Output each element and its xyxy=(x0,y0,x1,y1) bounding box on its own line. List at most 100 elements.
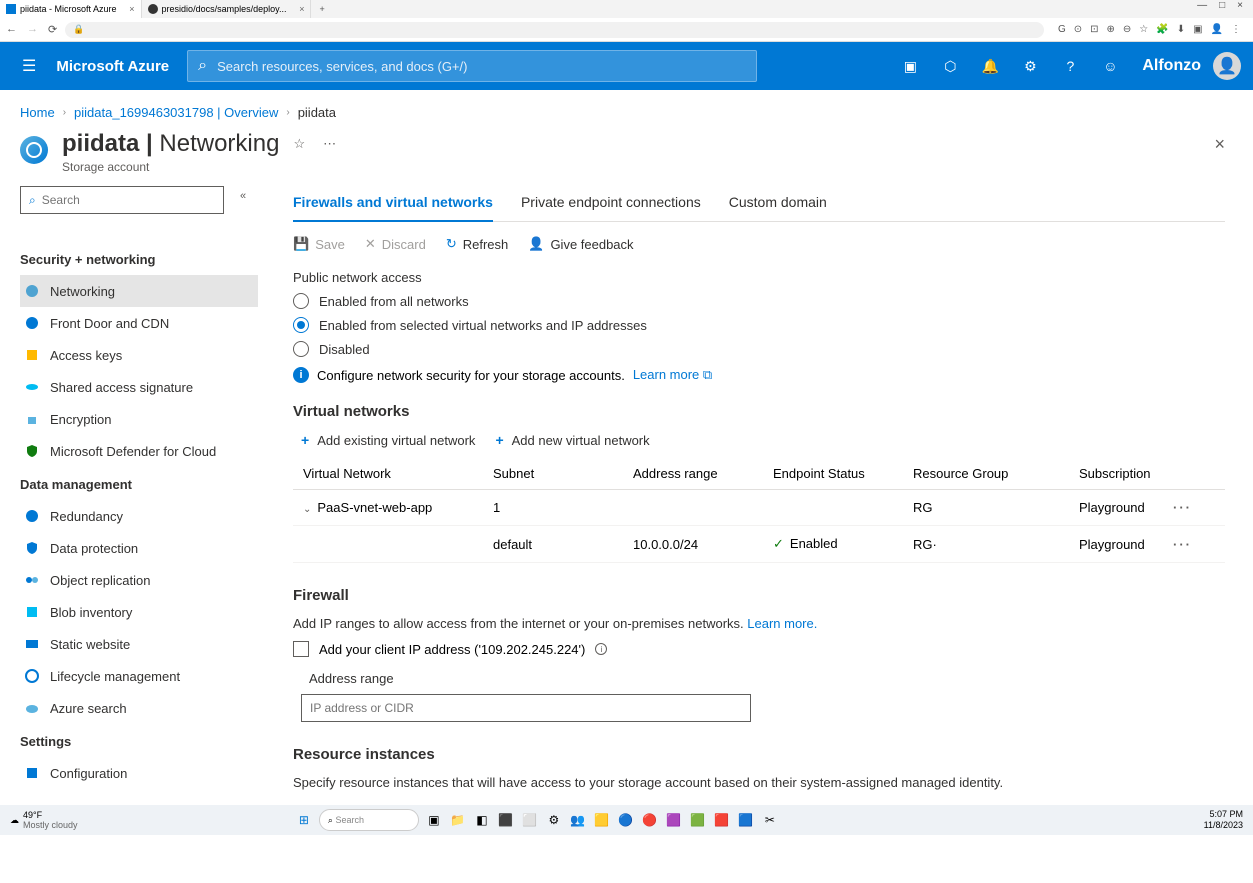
tab-firewalls[interactable]: Firewalls and virtual networks xyxy=(293,186,493,222)
minimize-icon[interactable]: — xyxy=(1197,0,1207,11)
close-icon[interactable]: × xyxy=(129,4,134,14)
excel-icon[interactable]: 🟩 xyxy=(689,811,707,829)
word-icon[interactable]: 🟦 xyxy=(737,811,755,829)
feedback-button[interactable]: 👤Give feedback xyxy=(528,236,633,252)
menu-icon[interactable]: ⋮ xyxy=(1231,24,1241,35)
save-button[interactable]: 💾Save xyxy=(293,236,345,252)
ext-icon[interactable]: ⊡ xyxy=(1090,24,1098,35)
sidebar-item-dataprotection[interactable]: Data protection xyxy=(20,532,254,564)
sidebar-item-azsearch[interactable]: Azure search xyxy=(20,692,254,724)
ext-icon[interactable]: ⊕ xyxy=(1107,24,1115,35)
sidebar-item-encryption[interactable]: Encryption xyxy=(20,403,254,435)
back-icon[interactable]: ← xyxy=(6,23,17,36)
refresh-button[interactable]: ↻Refresh xyxy=(446,236,508,252)
app-icon[interactable]: 🟥 xyxy=(713,811,731,829)
radio-disabled[interactable]: Disabled xyxy=(293,341,1225,357)
tab-private-endpoint[interactable]: Private endpoint connections xyxy=(521,186,701,221)
app-icon[interactable]: ◧ xyxy=(473,811,491,829)
learn-more-link[interactable]: Learn more ⧉ xyxy=(633,367,712,383)
forward-icon[interactable]: → xyxy=(27,23,38,36)
system-clock[interactable]: 5:07 PM11/8/2023 xyxy=(1194,809,1253,831)
table-row[interactable]: default 10.0.0.0/24 ✓Enabled RG· Playgro… xyxy=(293,526,1225,563)
add-new-vnet-button[interactable]: +Add new virtual network xyxy=(495,432,649,448)
brand-text[interactable]: Microsoft Azure xyxy=(50,58,187,75)
ext-icon[interactable]: ▣ xyxy=(1193,24,1202,35)
app-icon[interactable]: ⬜ xyxy=(521,811,539,829)
discard-button[interactable]: ✕Discard xyxy=(365,236,426,252)
explorer-icon[interactable]: 📁 xyxy=(449,811,467,829)
browser-tab-github[interactable]: presidio/docs/samples/deploy... × xyxy=(142,0,312,18)
close-icon[interactable]: × xyxy=(299,4,304,14)
sidebar-item-redundancy[interactable]: Redundancy xyxy=(20,500,254,532)
sidebar-search[interactable]: ⌕ xyxy=(20,186,224,214)
info-icon[interactable]: i xyxy=(595,643,607,655)
new-tab-button[interactable]: + xyxy=(311,4,332,14)
weather-widget[interactable]: ☁ 49°FMostly cloudy xyxy=(0,810,88,830)
sidebar-item-accesskeys[interactable]: Access keys xyxy=(20,339,254,371)
taskview-icon[interactable]: ▣ xyxy=(425,811,443,829)
start-icon[interactable]: ⊞ xyxy=(295,811,313,829)
sidebar-item-objrep[interactable]: Object replication xyxy=(20,564,254,596)
global-search[interactable]: ⌕ xyxy=(187,50,757,82)
extensions-icon[interactable]: 🧩 xyxy=(1156,24,1168,35)
feedback-icon[interactable]: ☺ xyxy=(1090,42,1130,90)
sidebar-item-config[interactable]: Configuration xyxy=(20,757,254,789)
pin-icon[interactable]: ☆ xyxy=(293,136,305,152)
notifications-icon[interactable]: 🔔 xyxy=(970,42,1010,90)
sidebar-item-frontdoor[interactable]: Front Door and CDN xyxy=(20,307,254,339)
hamburger-icon[interactable]: ☰ xyxy=(8,56,50,76)
close-blade-icon[interactable]: × xyxy=(1214,130,1225,155)
ip-address-input[interactable] xyxy=(301,694,751,722)
cloud-shell-icon[interactable]: ▣ xyxy=(890,42,930,90)
radio-all-networks[interactable]: Enabled from all networks xyxy=(293,293,1225,309)
profile-icon[interactable]: 👤 xyxy=(1211,24,1223,35)
sidebar-item-defender[interactable]: Microsoft Defender for Cloud xyxy=(20,435,254,467)
help-icon[interactable]: ? xyxy=(1050,42,1090,90)
col-rg: Resource Group xyxy=(913,466,1053,481)
ext-icon[interactable]: ⊖ xyxy=(1123,24,1131,35)
sidebar-item-lifecycle[interactable]: Lifecycle management xyxy=(20,660,254,692)
app-icon[interactable]: ⬛ xyxy=(497,811,515,829)
tab-custom-domain[interactable]: Custom domain xyxy=(729,186,827,221)
add-client-ip-checkbox[interactable]: Add your client IP address ('109.202.245… xyxy=(293,641,1225,657)
sidebar-item-networking[interactable]: Networking xyxy=(20,275,258,307)
more-icon[interactable]: ⋯ xyxy=(323,136,336,152)
radio-selected-networks[interactable]: Enabled from selected virtual networks a… xyxy=(293,317,1225,333)
more-icon[interactable]: ··· xyxy=(1173,537,1203,552)
avatar[interactable]: 👤 xyxy=(1213,52,1241,80)
user-name[interactable]: Alfonzo xyxy=(1130,57,1213,75)
teams-icon[interactable]: 👥 xyxy=(569,811,587,829)
sidebar-item-staticweb[interactable]: Static website xyxy=(20,628,254,660)
app-icon[interactable]: ⚙ xyxy=(545,811,563,829)
ext-icon[interactable]: G xyxy=(1058,24,1066,35)
gear-icon[interactable]: ⚙ xyxy=(1010,42,1050,90)
close-icon[interactable]: × xyxy=(1237,0,1243,11)
copilot-icon[interactable]: ⬡ xyxy=(930,42,970,90)
download-icon[interactable]: ⬇ xyxy=(1177,24,1185,35)
sidebar-item-sas[interactable]: Shared access signature xyxy=(20,371,254,403)
breadcrumb-rg[interactable]: piidata_1699463031798 | Overview xyxy=(74,105,278,120)
add-existing-vnet-button[interactable]: +Add existing virtual network xyxy=(301,432,475,448)
edge-icon[interactable]: 🔵 xyxy=(617,811,635,829)
maximize-icon[interactable]: □ xyxy=(1219,0,1225,11)
app-icon[interactable]: 🟨 xyxy=(593,811,611,829)
address-bar[interactable]: 🔒 xyxy=(65,22,1044,38)
app-icon[interactable]: 🟪 xyxy=(665,811,683,829)
table-row[interactable]: ⌄PaaS-vnet-web-app 1 RG Playground ··· xyxy=(293,490,1225,526)
chrome-icon[interactable]: 🔴 xyxy=(641,811,659,829)
sidebar-search-input[interactable] xyxy=(42,193,215,207)
ext-icon[interactable]: ⊙ xyxy=(1074,24,1082,35)
learn-more-link[interactable]: Learn more. xyxy=(747,616,817,631)
refresh-icon[interactable]: ⟳ xyxy=(48,23,57,36)
taskbar-search[interactable]: ⌕ Search xyxy=(319,809,419,831)
ext-icon[interactable]: ☆ xyxy=(1139,24,1148,35)
sidebar-item-blobinv[interactable]: Blob inventory xyxy=(20,596,254,628)
sidebar-item-label: Encryption xyxy=(50,412,111,427)
browser-tab-azure[interactable]: piidata - Microsoft Azure × xyxy=(0,0,142,18)
chevron-down-icon[interactable]: ⌄ xyxy=(303,504,311,515)
search-input[interactable] xyxy=(217,59,746,74)
more-icon[interactable]: ··· xyxy=(1173,500,1203,515)
breadcrumb-home[interactable]: Home xyxy=(20,105,55,120)
collapse-icon[interactable]: « xyxy=(240,190,246,202)
app-icon[interactable]: ✂ xyxy=(761,811,779,829)
